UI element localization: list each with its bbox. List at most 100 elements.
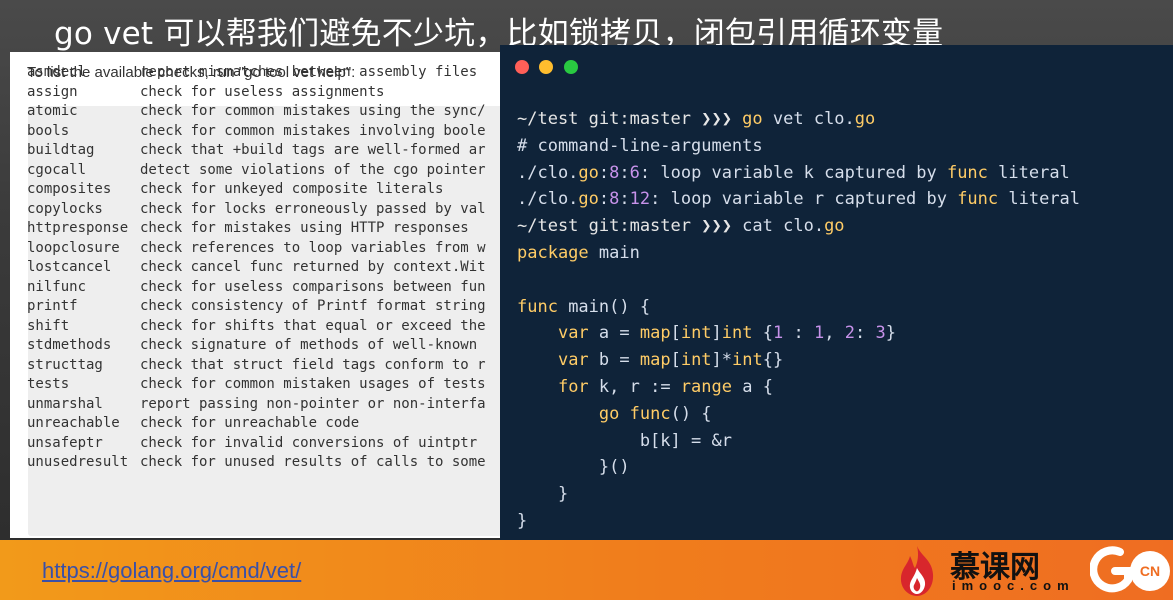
code-token: func: [957, 189, 999, 210]
check-name: buildtag: [27, 142, 95, 158]
check-row: bools check for common mistakes involving…: [27, 122, 486, 142]
terminal-window: ~/test git:master ❯❯❯ go vet clo. go # com…: [500, 45, 1173, 548]
terminal-line: ~/test git:master ❯❯❯ cat clo.go: [517, 213, 1080, 240]
window-minimize-dot[interactable]: [539, 60, 553, 74]
code-token: 1: [773, 323, 784, 344]
check-row: buildtag check that +build tags are well-…: [27, 141, 486, 161]
check-description: check for shifts that equal or exceed th…: [140, 317, 486, 334]
imooc-flame-icon: [900, 546, 934, 596]
gocn-logo-icon: CN: [1090, 546, 1170, 593]
code-token: : loop variable k captured by: [639, 162, 947, 183]
code-token: 1: [813, 323, 825, 344]
check-name: bools: [27, 122, 70, 139]
code-token: map: [639, 350, 671, 371]
code-token: main() {: [557, 296, 651, 317]
code-token: range: [680, 376, 732, 397]
check-row: atomic check for common mistakes using th…: [27, 102, 486, 122]
code-token: ]*: [711, 350, 733, 371]
check-row: lostcancel check cancel func returned by …: [27, 258, 486, 278]
check-name: unsafeptr: [27, 434, 103, 451]
code-token: :: [854, 323, 876, 344]
terminal-line: func main() {: [517, 294, 1080, 321]
code-token: ./clo.: [517, 162, 579, 183]
slide-footer: https://golang.org/cmd/vet/ 慕课网 imooc.co…: [0, 540, 1173, 600]
check-description: check for invalid conversions of uintptr: [140, 434, 478, 451]
code-token: : loop variable r captured by: [650, 189, 958, 210]
code-token: ~/test git:master ❯❯❯: [517, 216, 743, 237]
code-token: literal: [987, 162, 1070, 183]
check-description: check signature of methods of well-known: [140, 337, 478, 353]
code-token: int: [732, 350, 763, 371]
code-token: var: [557, 350, 589, 371]
code-token: {: [752, 323, 773, 344]
check-row: assign check for useless assignments: [27, 83, 486, 103]
check-description: check for unreachable code: [140, 415, 360, 431]
window-close-dot[interactable]: [515, 60, 529, 74]
code-token: k, r :=: [588, 376, 681, 397]
check-row: structtag check that struct field tags co…: [27, 356, 486, 376]
code-token: go: [824, 216, 845, 237]
code-token: 6: [629, 162, 640, 183]
terminal-line: }: [517, 508, 1080, 535]
check-name: httpresponse: [27, 220, 129, 236]
check-name: assign: [27, 83, 78, 100]
check-name: lostcancel: [27, 259, 112, 275]
check-name: stdmethods: [27, 337, 112, 353]
check-row: loopclosure check references to loop vari…: [27, 239, 486, 259]
check-name: printf: [27, 298, 78, 314]
check-row: cgocall detect some violations of the cgo…: [27, 161, 486, 181]
code-token: 8: [609, 162, 620, 183]
check-name: unmarshal: [27, 395, 103, 412]
golang-vet-link[interactable]: https://golang.org/cmd/vet/: [42, 558, 301, 584]
code-token: # command-line-arguments: [517, 135, 763, 156]
check-description: check consistency of Printf format strin…: [140, 298, 486, 314]
check-description: check for mistakes using HTTP responses: [140, 220, 469, 236]
check-description: report mismatches between assembly files: [140, 64, 478, 80]
code-token: a {: [731, 376, 773, 397]
code-token: }: [885, 323, 896, 344]
check-description: detect some violations of the cgo pointe…: [140, 161, 486, 178]
terminal-line: }(): [517, 454, 1080, 481]
check-description: check for common mistakes involving bool…: [140, 122, 486, 139]
check-name: tests: [27, 376, 70, 392]
code-token: ~/test git:master ❯❯❯: [517, 109, 743, 129]
check-row: stdmethods check signature of methods of …: [27, 336, 486, 356]
check-description: check that struct field tags conform to …: [140, 356, 486, 373]
code-token: ]: [711, 323, 722, 344]
imooc-brand-domain: imooc.com: [952, 578, 1075, 593]
check-row: shift check for shifts that equal or exce…: [27, 317, 486, 337]
code-token: literal: [998, 189, 1081, 210]
window-maximize-dot[interactable]: [564, 60, 578, 74]
check-name: shift: [27, 317, 70, 334]
check-name: asmdecl: [27, 64, 87, 80]
check-description: check for unkeyed composite literals: [140, 181, 444, 197]
check-row: unsafeptr check for invalid conversions o…: [27, 434, 486, 454]
check-row: unreachable check for unreachable code: [27, 414, 486, 434]
code-token: :: [598, 162, 610, 183]
code-token: :: [598, 189, 610, 210]
code-token: cat clo.: [742, 216, 825, 237]
check-description: check that +build tags are well-formed a…: [140, 142, 486, 158]
check-row: httpresponse check for mistakes using HTT…: [27, 219, 486, 239]
code-token: func: [517, 296, 558, 317]
code-token: go: [578, 162, 599, 183]
code-token: :: [783, 323, 814, 344]
code-token: [: [670, 350, 681, 371]
terminal-line: }: [517, 481, 1080, 508]
check-name: atomic: [27, 103, 78, 119]
check-description: check for useless comparisons between fu…: [140, 278, 486, 295]
check-name: loopclosure: [27, 239, 120, 256]
code-token: vet clo.: [762, 109, 855, 129]
check-description: check cancel func returned by context.Wi…: [140, 259, 486, 275]
code-token: b[k] = &r: [517, 430, 732, 451]
terminal-line: b[k] = &r: [517, 428, 1080, 455]
code-token: int: [680, 323, 712, 344]
code-token: package: [517, 242, 589, 263]
vet-checks-list: asmdecl report mismatches between assembl…: [27, 63, 486, 473]
terminal-line: # command-line-arguments: [517, 133, 1080, 160]
